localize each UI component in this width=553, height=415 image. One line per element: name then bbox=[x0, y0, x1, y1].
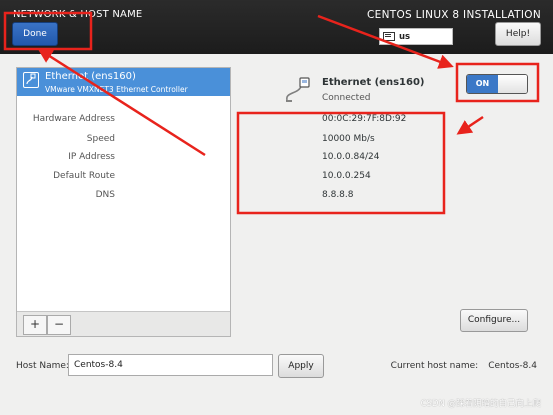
keyboard-layout-label: us bbox=[399, 31, 411, 42]
detail-value: 10000 Mb/s bbox=[322, 134, 375, 144]
selected-device-name: Ethernet (ens160) bbox=[322, 77, 425, 88]
detail-label: Speed bbox=[86, 134, 115, 144]
connection-status: Connected bbox=[322, 93, 371, 103]
device-name: Ethernet (ens160) bbox=[45, 71, 136, 82]
detail-label: DNS bbox=[95, 190, 115, 200]
help-button[interactable]: Help! bbox=[495, 22, 541, 46]
detail-value: 10.0.0.84/24 bbox=[322, 152, 380, 162]
watermark: CSDN @踩着阴暗的自己向上爬 bbox=[420, 399, 541, 409]
detail-value: 10.0.0.254 bbox=[322, 171, 371, 181]
apply-button[interactable]: Apply bbox=[278, 354, 324, 378]
done-button[interactable]: Done bbox=[12, 22, 58, 46]
keyboard-icon bbox=[383, 32, 395, 41]
device-power-toggle[interactable]: ON bbox=[466, 74, 528, 94]
page-title: NETWORK & HOST NAME bbox=[13, 9, 143, 20]
toggle-on-label: ON bbox=[467, 75, 498, 93]
annotation-arrow-details bbox=[456, 115, 484, 135]
add-device-button[interactable]: + bbox=[23, 315, 47, 335]
network-wired-icon bbox=[286, 77, 310, 102]
current-hostname-value: Centos-8.4 bbox=[488, 361, 537, 371]
configure-button[interactable]: Configure... bbox=[460, 309, 528, 332]
list-item-ethernet-ens160[interactable]: Ethernet (ens160) VMware VMXNET3 Etherne… bbox=[17, 68, 230, 96]
toggle-knob bbox=[498, 75, 527, 93]
detail-label: Hardware Address bbox=[32, 114, 115, 124]
network-wired-icon bbox=[23, 72, 39, 88]
hostname-input[interactable] bbox=[68, 354, 273, 376]
detail-label: IP Address bbox=[68, 152, 115, 162]
detail-value: 00:0C:29:7F:8D:92 bbox=[322, 114, 407, 124]
current-hostname-label: Current host name: bbox=[390, 361, 479, 371]
hostname-label: Host Name: bbox=[16, 361, 69, 371]
device-list: Ethernet (ens160) VMware VMXNET3 Etherne… bbox=[16, 67, 231, 337]
top-bar: NETWORK & HOST NAME Done CENTOS LINUX 8 … bbox=[0, 0, 553, 54]
device-description: VMware VMXNET3 Ethernet Controller bbox=[45, 85, 188, 94]
installer-title: CENTOS LINUX 8 INSTALLATION bbox=[367, 9, 541, 21]
keyboard-layout-indicator[interactable]: us bbox=[379, 28, 453, 45]
detail-value: 8.8.8.8 bbox=[322, 190, 354, 200]
detail-label: Default Route bbox=[53, 171, 115, 181]
remove-device-button[interactable]: − bbox=[47, 315, 71, 335]
current-hostname: Current host name: Centos-8.4 bbox=[391, 361, 537, 371]
device-list-toolbar: + − bbox=[17, 311, 230, 336]
